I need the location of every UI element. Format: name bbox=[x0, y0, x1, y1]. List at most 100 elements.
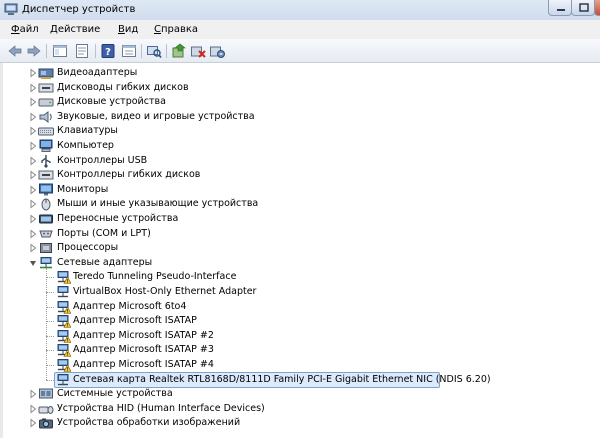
system-device-icon bbox=[38, 387, 54, 401]
toolbar-separator bbox=[166, 44, 167, 58]
disk-drive-icon bbox=[38, 95, 54, 109]
expand-arrow-icon[interactable] bbox=[29, 68, 37, 78]
tree-category-label: Порты (COM и LPT) bbox=[57, 227, 151, 239]
tree-device-label: Адаптер Microsoft ISATAP #2 bbox=[73, 329, 214, 341]
expand-arrow-icon[interactable] bbox=[29, 170, 37, 180]
keyboard-icon bbox=[38, 124, 54, 138]
tree-guide-line bbox=[46, 365, 54, 366]
expand-arrow-icon[interactable] bbox=[29, 156, 37, 166]
tree-category-port[interactable]: Порты (COM и LPT) bbox=[0, 227, 600, 241]
toolbar-separator bbox=[95, 44, 96, 58]
tree-category-display-adapter[interactable]: Видеоадаптеры bbox=[0, 66, 600, 80]
expand-arrow-icon[interactable] bbox=[29, 112, 37, 122]
menu-file[interactable]: Файл bbox=[11, 24, 39, 35]
tree-category-imaging-device[interactable]: Устройства обработки изображений bbox=[0, 416, 600, 430]
device-tree: Видеоадаптеры Дисководы гибких дисков Диск… bbox=[0, 63, 600, 438]
tree-category-portable-device[interactable]: Переносные устройства bbox=[0, 212, 600, 226]
port-icon bbox=[38, 227, 54, 241]
tree-device-item[interactable]: Адаптер Microsoft ISATAP #3 bbox=[0, 343, 600, 358]
tree-category-label: Видеоадаптеры bbox=[57, 67, 138, 78]
minimize-icon bbox=[557, 9, 565, 11]
tree-category-label: Контроллеры гибких дисков bbox=[57, 169, 201, 181]
tree-category-label: Звуковые, видео и игровые устройства bbox=[57, 110, 255, 122]
expand-arrow-icon[interactable] bbox=[29, 126, 37, 136]
device-manager-app-icon bbox=[4, 3, 18, 15]
network-card-icon bbox=[55, 285, 71, 299]
expand-arrow-icon[interactable] bbox=[29, 83, 37, 93]
monitor-icon bbox=[38, 183, 54, 197]
tree-category-disk-drive[interactable]: Дисковые устройства bbox=[0, 95, 600, 109]
computer-icon bbox=[38, 139, 54, 153]
floppy-drive-icon bbox=[38, 81, 54, 95]
network-card-icon bbox=[55, 373, 71, 387]
tree-category-computer[interactable]: Компьютер bbox=[0, 139, 600, 153]
tree-device-label: Адаптер Microsoft 6to4 bbox=[73, 300, 187, 312]
tree-category-monitor[interactable]: Мониторы bbox=[0, 183, 600, 197]
back-icon[interactable] bbox=[7, 43, 23, 59]
scan-hardware-icon[interactable] bbox=[146, 43, 162, 59]
minimize-button[interactable] bbox=[548, 0, 572, 16]
expand-arrow-icon[interactable] bbox=[29, 243, 37, 253]
warning-network-device-icon bbox=[55, 314, 72, 328]
tree-device-item[interactable]: VirtualBox Host-Only Ethernet Adapter bbox=[0, 285, 600, 299]
tree-category-processor[interactable]: Процессоры bbox=[0, 241, 600, 255]
expand-arrow-icon[interactable] bbox=[29, 418, 37, 428]
forward-icon[interactable] bbox=[26, 43, 42, 59]
tree-device-item[interactable]: Адаптер Microsoft 6to4 bbox=[0, 300, 600, 314]
toolbar-separator bbox=[141, 44, 142, 58]
maximize-button[interactable] bbox=[571, 0, 595, 16]
tree-category-label: Переносные устройства bbox=[57, 213, 179, 224]
tree-category-label: Мониторы bbox=[57, 183, 109, 195]
collapse-arrow-icon[interactable] bbox=[29, 258, 37, 268]
warning-network-device-icon bbox=[55, 358, 72, 372]
tree-category-usb-controller[interactable]: Контроллеры USB bbox=[0, 154, 600, 168]
processor-icon bbox=[38, 241, 54, 255]
uninstall-device-icon[interactable] bbox=[209, 43, 225, 59]
tree-device-item[interactable]: Адаптер Microsoft ISATAP #4 bbox=[0, 358, 600, 372]
properties-icon[interactable] bbox=[121, 43, 137, 59]
expand-arrow-icon[interactable] bbox=[29, 404, 37, 414]
tree-guide-line bbox=[46, 306, 54, 308]
hid-device-icon bbox=[38, 402, 54, 416]
menu-view[interactable]: Вид bbox=[118, 24, 138, 35]
expand-arrow-icon[interactable] bbox=[29, 229, 37, 239]
expand-arrow-icon[interactable] bbox=[29, 185, 37, 195]
expand-arrow-icon[interactable] bbox=[29, 389, 37, 399]
tree-category-system-device[interactable]: Системные устройства bbox=[0, 387, 600, 401]
console-tree-icon[interactable] bbox=[52, 43, 68, 59]
expand-arrow-icon[interactable] bbox=[29, 97, 37, 107]
update-driver-icon[interactable] bbox=[171, 43, 187, 59]
tree-device-item[interactable]: Сетевая карта Realtek RTL8168D/8111D Fam… bbox=[0, 371, 600, 388]
tree-category-label: Компьютер bbox=[57, 140, 114, 151]
warning-network-device-icon bbox=[55, 270, 72, 285]
menu-action[interactable]: Действие bbox=[50, 24, 100, 35]
help-icon[interactable]: ? bbox=[100, 43, 116, 59]
tree-guide-line bbox=[46, 267, 47, 380]
expand-arrow-icon[interactable] bbox=[29, 141, 37, 151]
tree-category-mouse[interactable]: Мыши и иные указывающие устройства bbox=[0, 197, 600, 211]
expand-arrow-icon[interactable] bbox=[29, 214, 37, 224]
tree-category-label: Дисководы гибких дисков bbox=[57, 81, 189, 93]
portable-device-icon bbox=[38, 212, 54, 226]
close-button[interactable] bbox=[594, 0, 600, 16]
display-adapter-icon bbox=[38, 66, 54, 80]
tree-category-label: Процессоры bbox=[57, 242, 119, 254]
menu-help[interactable]: Справка bbox=[154, 24, 198, 35]
tree-category-floppy-drive[interactable]: Дисководы гибких дисков bbox=[0, 81, 600, 95]
tree-category-floppy-controller[interactable]: Контроллеры гибких дисков bbox=[0, 168, 600, 182]
properties-list-icon[interactable] bbox=[74, 43, 90, 59]
expand-arrow-icon[interactable] bbox=[29, 199, 37, 209]
tree-device-label: Адаптер Microsoft ISATAP #3 bbox=[73, 344, 214, 356]
tree-category-hid-device[interactable]: Устройства HID (Human Interface Devices) bbox=[0, 402, 600, 416]
tree-category-sound-device[interactable]: Звуковые, видео и игровые устройства bbox=[0, 110, 600, 124]
tree-device-item[interactable]: Адаптер Microsoft ISATAP #2 bbox=[0, 329, 600, 343]
tree-device-item[interactable]: Teredo Tunneling Pseudo-Interface bbox=[0, 270, 600, 285]
tree-device-item[interactable]: Адаптер Microsoft ISATAP bbox=[0, 314, 600, 328]
tree-category-label: Сетевые адаптеры bbox=[57, 256, 153, 268]
imaging-device-icon bbox=[38, 416, 54, 430]
tree-category-network-adapters[interactable]: Сетевые адаптеры bbox=[0, 256, 600, 270]
warning-network-device-icon bbox=[55, 343, 72, 358]
disable-device-icon[interactable] bbox=[190, 43, 206, 59]
tree-guide-line bbox=[46, 379, 54, 381]
tree-category-keyboard[interactable]: Клавиатуры bbox=[0, 124, 600, 138]
